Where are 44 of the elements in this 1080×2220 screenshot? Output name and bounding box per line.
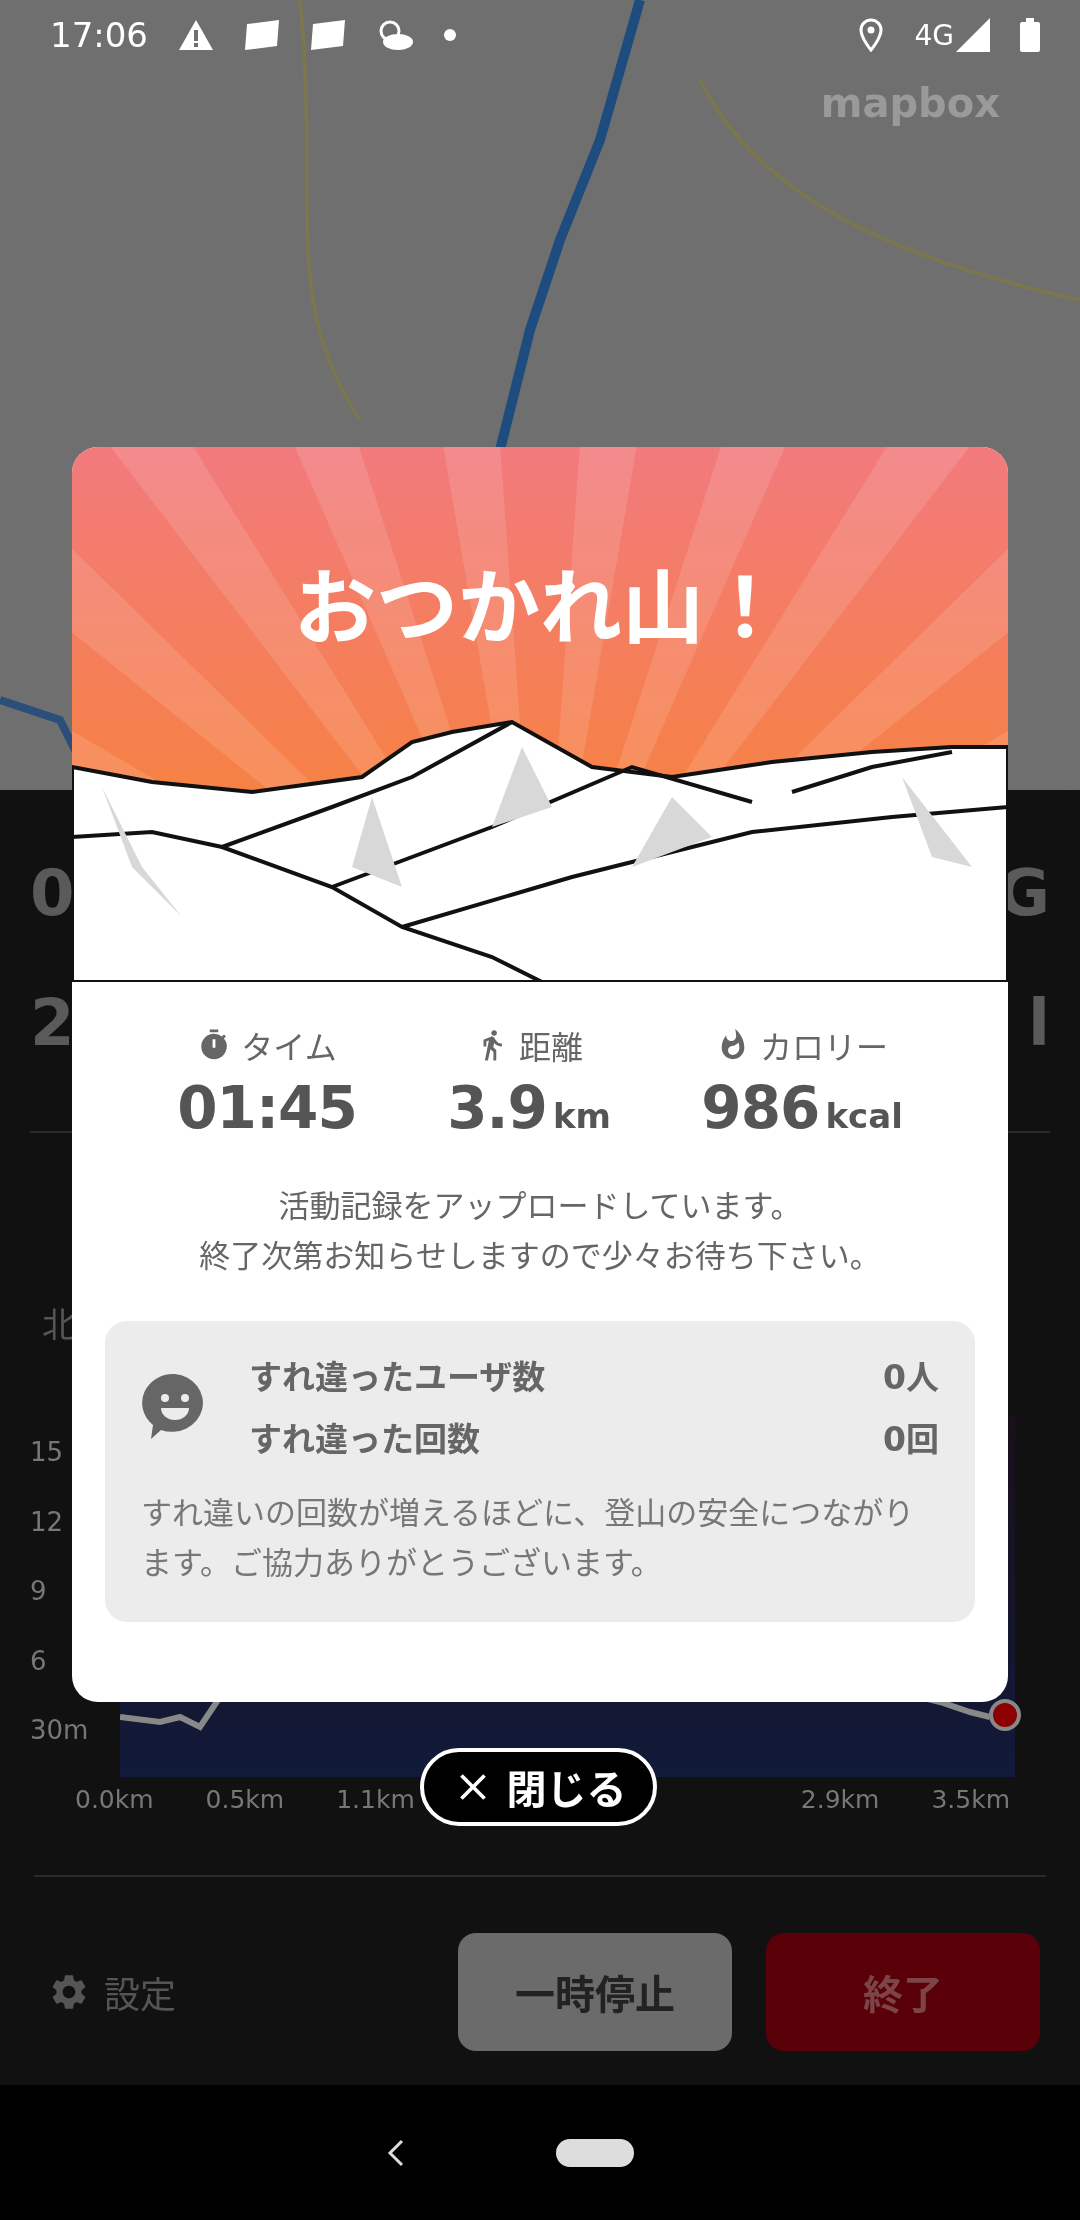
encounter-value: 0人 [883,1357,939,1400]
home-handle[interactable] [556,2138,634,2167]
warning-icon [178,19,214,51]
upload-message: 活動記録をアップロードしています。 [278,1187,802,1226]
encounter-label: すれ違ったユーザ数 [249,1357,546,1400]
stat-value: 2 [30,986,75,1060]
axis-tick: 15 [30,1437,65,1467]
signal-icon [956,18,990,52]
stat-value: 986 [701,1074,820,1142]
location-icon [858,18,885,52]
dialog-title: おつかれ山！ [293,560,787,658]
stat-unit: kcal [825,1096,903,1136]
stat-label: タイム [241,1028,337,1068]
settings-button[interactable]: 設定 [48,1965,176,2018]
stat-value: 01:45 [177,1074,357,1142]
stat-value: 0 [30,856,75,930]
network-type: 4G [914,18,954,52]
stat-value: 3.9 [447,1074,547,1142]
axis-tick: 30m [30,1715,90,1745]
axis-label: 3.5km [931,1785,1010,1816]
back-icon[interactable] [386,2137,406,2168]
battery-icon [1020,18,1040,52]
status-time: 17:06 [50,15,148,55]
app-logo-icon [310,20,346,50]
axis-label: 0.0km [75,1785,154,1816]
dot-icon [444,29,456,41]
axis-tick: 9 [30,1576,48,1606]
stat-value: l [1028,986,1050,1060]
axis-label: 2.9km [800,1785,880,1816]
upload-message: 終了次第お知らせしますので少々お待ち下さい。 [199,1236,881,1276]
stat-label: カロリー [760,1028,889,1068]
axis-tick: 12 [30,1506,65,1537]
close-button[interactable]: 閉じる [420,1748,657,1826]
axis-label: 1.1km [336,1785,415,1816]
finish-button[interactable]: 終了 [766,1932,1040,2051]
encounter-label: すれ違った回数 [249,1419,480,1462]
axis-tick: 6 [30,1645,48,1676]
encounter-value: 0回 [883,1419,939,1462]
stat-label: 距離 [519,1028,584,1068]
axis-label: 0.5km [205,1785,285,1816]
stat-unit: km [552,1096,611,1136]
encounter-note: すれ違いの回数が増えるほどに、登山の安全につながります。ご協力ありがとうございます。 [141,1494,916,1583]
pause-button[interactable]: 一時停止 [458,1932,732,2051]
app-logo-icon [244,20,280,50]
